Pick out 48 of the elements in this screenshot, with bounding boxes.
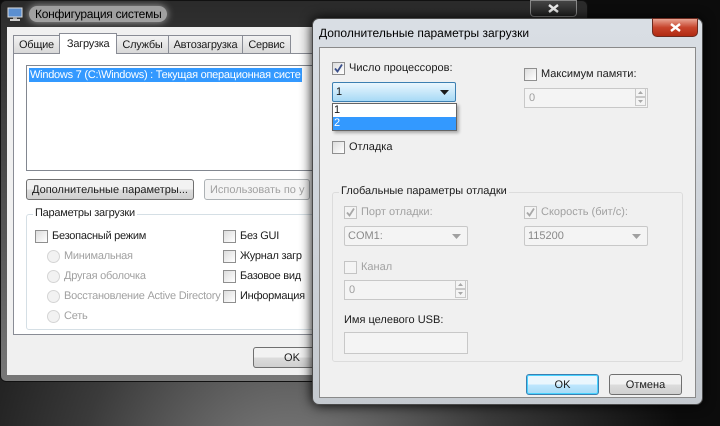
- checkbox-label: Безопасный режим: [52, 230, 146, 242]
- radio-label: Другая оболочка: [64, 270, 146, 282]
- checkbox[interactable]: [332, 62, 345, 74]
- spinner-arrows-icon[interactable]: [635, 88, 646, 108]
- button[interactable]: Отмена: [609, 374, 682, 395]
- close-icon: [548, 4, 559, 13]
- dropdown-arrow-icon: [452, 234, 461, 238]
- checkbox[interactable]: [223, 290, 236, 302]
- checkbox[interactable]: [223, 270, 236, 282]
- checkbox-label: Журнал загр: [240, 250, 302, 262]
- field-label: Имя целевого USB:: [344, 314, 444, 326]
- spinner-arrows-icon[interactable]: [455, 280, 466, 300]
- checkbox[interactable]: [35, 230, 48, 242]
- checkbox[interactable]: [223, 230, 236, 242]
- group-title: Глобальные параметры отладки: [339, 185, 509, 197]
- close-icon: [670, 23, 680, 32]
- dropdown-arrow-icon: [440, 90, 449, 94]
- dropdown-option[interactable]: 1: [333, 104, 456, 117]
- checkbox[interactable]: [332, 140, 345, 154]
- checkbox[interactable]: [223, 250, 236, 262]
- checkbox[interactable]: [524, 68, 537, 80]
- checkbox-label: Без GUI: [240, 230, 280, 242]
- checkbox-label: Канал: [361, 261, 392, 273]
- checkbox-label: Отладка: [349, 141, 392, 153]
- window-title: Конфигурация системы: [29, 6, 168, 22]
- tab[interactable]: Сервис: [242, 35, 290, 53]
- radio-label: Сеть: [64, 310, 88, 322]
- radio-label: Восстановление Active Directory: [64, 290, 220, 302]
- button[interactable]: OK: [526, 374, 599, 395]
- checkbox-label: Число процессоров:: [349, 62, 453, 74]
- dialog-title: Дополнительные параметры загрузки: [319, 26, 530, 40]
- tab[interactable]: Автозагрузка: [168, 35, 244, 53]
- button[interactable]: Дополнительные параметры...: [26, 179, 194, 200]
- checkbox-label: Информация: [240, 290, 305, 302]
- checkbox-label: Максимум памяти:: [541, 68, 636, 80]
- group-title: Параметры загрузки: [33, 207, 137, 219]
- checkbox-label: Скорость (бит/с):: [541, 206, 628, 218]
- close-button[interactable]: [530, 0, 577, 17]
- radio-label: Минимальная: [64, 250, 133, 262]
- dropdown-arrow-icon: [632, 234, 641, 238]
- checkbox-label: Порт отладки:: [361, 206, 433, 218]
- monitor-icon: [7, 6, 23, 22]
- close-button[interactable]: [652, 18, 698, 37]
- processors-dropdown[interactable]: 1: [332, 82, 456, 102]
- tab[interactable]: Общие: [13, 35, 60, 53]
- tab[interactable]: Службы: [116, 35, 169, 53]
- checkbox-label: Базовое вид: [240, 270, 301, 282]
- tab[interactable]: Загрузка: [58, 33, 118, 54]
